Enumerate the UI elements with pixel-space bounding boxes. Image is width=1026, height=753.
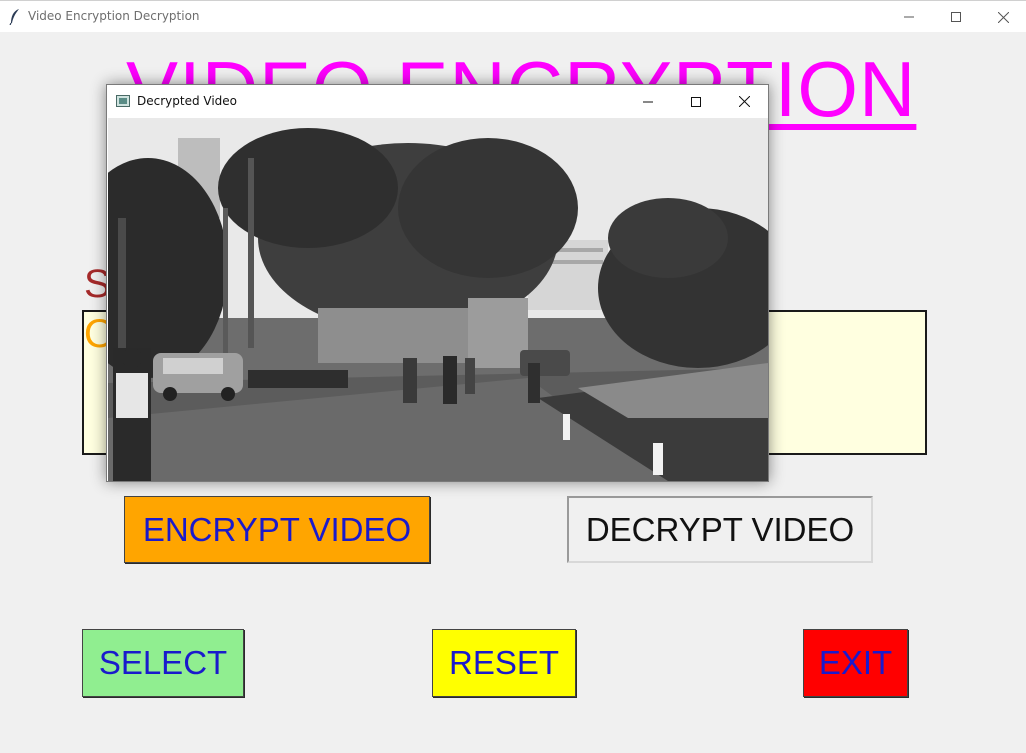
popup-title: Decrypted Video [137, 94, 238, 108]
minimize-icon [643, 101, 653, 102]
popup-close-button[interactable] [720, 85, 768, 118]
window-title: Video Encryption Decryption [28, 9, 200, 23]
feather-icon [9, 9, 19, 25]
popup-titlebar[interactable]: Decrypted Video [107, 85, 768, 118]
video-window-icon [116, 95, 130, 107]
minimize-button[interactable] [886, 1, 932, 33]
select-button[interactable]: SELECT [82, 629, 244, 697]
maximize-button[interactable] [933, 1, 979, 33]
main-titlebar[interactable]: Video Encryption Decryption [0, 0, 1026, 32]
maximize-icon [691, 96, 701, 107]
close-button[interactable] [980, 1, 1026, 33]
encrypt-video-button[interactable]: ENCRYPT VIDEO [124, 496, 430, 563]
close-icon [738, 96, 750, 107]
exit-button[interactable]: EXIT [803, 629, 908, 697]
minimize-icon [904, 16, 914, 18]
decrypted-video-window[interactable]: Decrypted Video [106, 84, 769, 482]
reset-button[interactable]: RESET [432, 629, 576, 697]
maximize-icon [951, 12, 961, 22]
video-frame [108, 118, 768, 481]
decrypt-video-button[interactable]: DECRYPT VIDEO [567, 496, 873, 563]
street-scene-image [108, 118, 768, 481]
close-icon [997, 11, 1009, 23]
popup-maximize-button[interactable] [672, 85, 720, 118]
popup-minimize-button[interactable] [624, 85, 672, 118]
